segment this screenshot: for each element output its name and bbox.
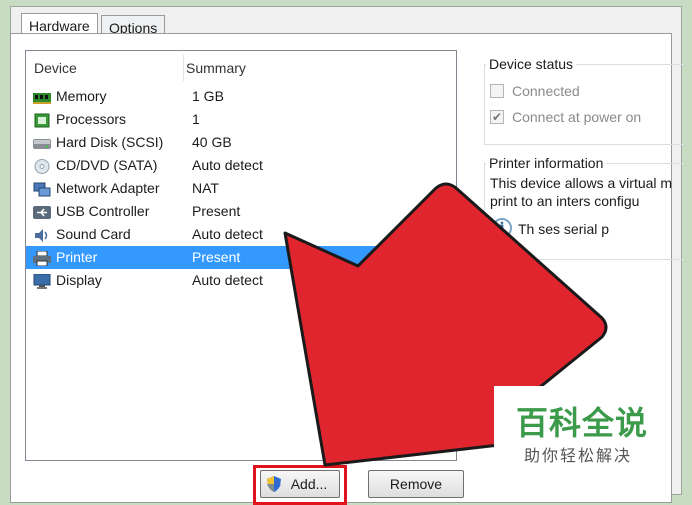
display-icon (33, 273, 51, 289)
device-name: Display (56, 272, 102, 288)
device-list[interactable]: Device Summary Memory 1 GB Processors 1 Hard… (25, 50, 457, 461)
device-name: Printer (56, 249, 98, 265)
device-status-title: Device status (486, 56, 577, 72)
device-name: USB Controller (56, 203, 150, 219)
printer-info-line-1: This device allows a virtual m (490, 175, 673, 191)
device-summary: 1 (192, 111, 200, 127)
device-name: Hard Disk (SCSI) (56, 134, 164, 150)
device-summary: Present (192, 203, 241, 219)
device-row-display[interactable]: Display Auto detect (26, 269, 456, 292)
device-summary: Auto detect (192, 157, 263, 173)
connected-label: Connected (512, 83, 580, 99)
printer-info-note: Th ses serial p (518, 221, 610, 237)
printer-info-group-border-bottom (484, 259, 684, 260)
device-name: Processors (56, 111, 127, 127)
column-separator[interactable] (183, 55, 184, 81)
device-status-group-border-bottom (484, 144, 684, 145)
device-row-network-adapter[interactable]: Network Adapter NAT (26, 177, 456, 200)
sound-card-icon (33, 227, 51, 242)
remove-button[interactable]: Remove (368, 470, 464, 498)
processor-icon (33, 112, 51, 128)
device-row-usb-controller[interactable]: USB Controller Present (26, 200, 456, 223)
device-row-memory[interactable]: Memory 1 GB (26, 85, 456, 108)
usb-icon (33, 204, 51, 219)
device-summary: NAT (192, 180, 219, 196)
device-name: Memory (56, 88, 107, 104)
device-name: CD/DVD (SATA) (56, 157, 158, 173)
device-row-hard-disk-scsi[interactable]: Hard Disk (SCSI) 40 GB (26, 131, 456, 154)
cd-dvd-icon (33, 158, 51, 174)
device-summary: 40 GB (192, 134, 232, 150)
connect-at-power-on-checkbox[interactable]: ✔ (490, 110, 504, 124)
watermark-title: 百科全说 (516, 404, 649, 442)
column-header-device[interactable]: Device (34, 51, 77, 85)
device-rows: Memory 1 GB Processors 1 Hard Disk (SCSI) 40 … (26, 85, 456, 292)
connected-checkbox[interactable] (490, 84, 504, 98)
device-row-cd-dvd-sata[interactable]: CD/DVD (SATA) Auto detect (26, 154, 456, 177)
memory-icon (33, 89, 51, 104)
network-adapter-icon (33, 181, 51, 197)
printer-information-title: Printer information (486, 155, 607, 171)
device-summary: Auto detect (192, 226, 263, 242)
printer-icon (33, 250, 51, 267)
printer-info-line-2: print to an inters configu (490, 193, 640, 209)
printer-info-group-border-left (484, 163, 485, 259)
device-summary: Auto detect (192, 272, 263, 288)
printer-information-description: This device allows a virtual m print to … (490, 174, 690, 210)
connect-at-power-on-label: Connect at power on (512, 109, 642, 125)
device-name: Network Adapter (56, 180, 160, 196)
device-row-sound-card[interactable]: Sound Card Auto detect (26, 223, 456, 246)
device-row-processors[interactable]: Processors 1 (26, 108, 456, 131)
device-row-printer[interactable]: Printer Present (26, 246, 456, 269)
watermark: 百科全说 助你轻松解决 (494, 386, 658, 472)
hard-disk-icon (33, 135, 51, 150)
device-name: Sound Card (56, 226, 131, 242)
watermark-subtitle: 助你轻松解决 (524, 446, 633, 465)
info-icon: i (492, 218, 512, 238)
column-header-summary[interactable]: Summary (186, 51, 246, 85)
device-summary: Present (192, 249, 241, 265)
device-status-group-border-left (484, 64, 485, 144)
device-summary: 1 GB (192, 88, 224, 104)
add-button-highlight (253, 465, 347, 505)
